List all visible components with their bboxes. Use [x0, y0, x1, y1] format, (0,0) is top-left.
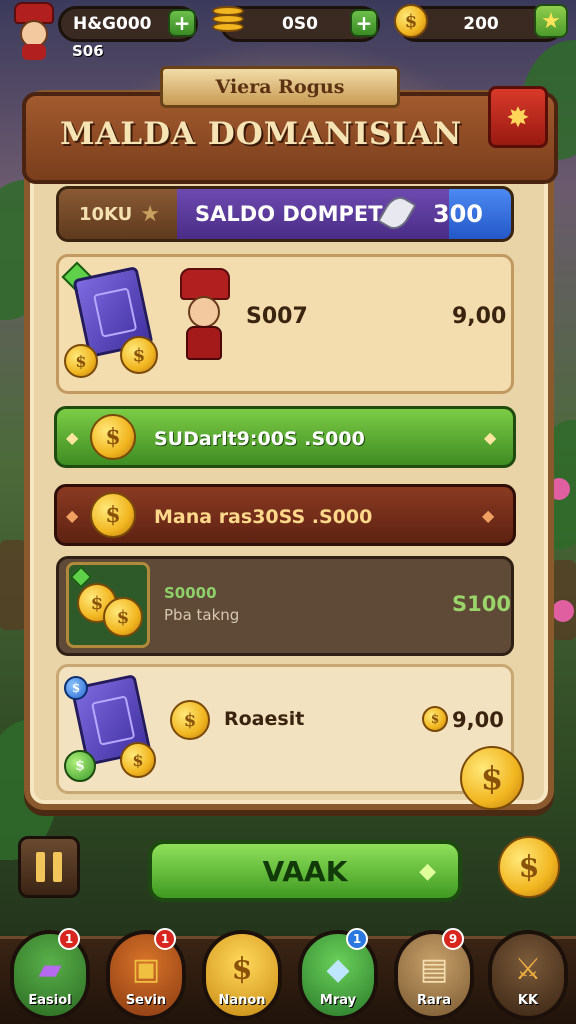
- add-currency-1-button[interactable]: +: [350, 9, 378, 37]
- currency-1-value: 0S0: [282, 14, 318, 34]
- panel-ribbon: Viera Rogus: [160, 66, 400, 108]
- item-subtitle: Pba takng: [164, 606, 240, 624]
- character-face: [188, 296, 220, 328]
- chest-icon: ▣: [131, 952, 161, 987]
- tab-label: Sevin: [125, 993, 167, 1008]
- currency-2-value: 200: [463, 14, 499, 34]
- tab-kk[interactable]: ⚔ KK: [488, 930, 568, 1020]
- sparkle-icon: ✸: [506, 100, 530, 134]
- diamond-icon: ◆: [66, 428, 79, 447]
- add-player-value-button[interactable]: +: [168, 9, 196, 37]
- gold-coin-icon: $: [120, 336, 158, 374]
- ribbon-text: Viera Rogus: [215, 76, 345, 98]
- coin-stack-icon: [210, 2, 246, 38]
- gold-coin-icon: $: [90, 414, 136, 460]
- avatar-body: [22, 44, 46, 60]
- flower: [552, 600, 574, 622]
- tab-label: KK: [517, 993, 539, 1008]
- item-price: S100: [452, 592, 511, 616]
- notification-badge: 1: [58, 928, 80, 950]
- diamond-icon: ◆: [66, 506, 79, 525]
- item-title: S0000: [164, 584, 217, 602]
- character-icon: [172, 268, 236, 362]
- tab-label: Easiol: [28, 993, 72, 1008]
- star-button[interactable]: ★: [534, 4, 568, 38]
- wallet-amount: 300: [432, 200, 483, 228]
- panel-title: MALDA DOMANISIAN: [60, 116, 463, 152]
- star-icon: ★: [541, 8, 561, 34]
- coin-pile-icon: $ $: [66, 562, 150, 648]
- tab-label: Rara: [417, 993, 451, 1008]
- blue-coin-icon: $: [64, 676, 88, 700]
- diamond-icon: ◆: [484, 428, 497, 447]
- wallet-left-label: 10KU: [79, 203, 133, 225]
- item-value: S007: [246, 304, 308, 329]
- main-action-button[interactable]: VAAK ◆: [148, 840, 462, 902]
- green-coin-icon: $: [64, 750, 96, 782]
- wallet-bar: 10KU ★ SALDO DOMPET 300: [56, 186, 514, 242]
- player-avatar[interactable]: [8, 2, 60, 62]
- main-action-label: VAAK: [262, 854, 348, 888]
- notification-badge: 1: [154, 928, 176, 950]
- tab-rara[interactable]: ▤ 9 Rara: [394, 928, 474, 1020]
- tab-label: Mray: [319, 993, 357, 1008]
- close-badge-button[interactable]: ✸: [488, 86, 548, 148]
- crystal-icon: ◆: [326, 952, 350, 987]
- wallet-left-segment: 10KU ★: [59, 189, 177, 239]
- coin-icon: $: [231, 952, 253, 987]
- big-gold-coin-icon: $: [460, 746, 524, 810]
- sparkle-icon: ◆: [419, 858, 436, 884]
- tab-easiol[interactable]: ▰ 1 Easiol: [10, 928, 90, 1020]
- wallet-amount-segment: 300: [433, 189, 511, 239]
- hammer-icon: ▰: [38, 952, 62, 987]
- pause-button[interactable]: [18, 836, 80, 898]
- item-price: 9,00: [452, 304, 507, 329]
- gold-coin-icon: $: [90, 492, 136, 538]
- item-title: Roaesit: [224, 708, 305, 730]
- gold-coin-icon: $: [103, 597, 143, 637]
- top-hud: H&G000 + S06 0S0 + 200 $ ★: [0, 0, 576, 64]
- item-price: 9,00: [452, 708, 504, 732]
- tab-nanon[interactable]: $ Nanon: [202, 930, 282, 1020]
- gold-coin-icon: $: [422, 706, 448, 732]
- notification-badge: 9: [442, 928, 464, 950]
- tab-label: Nanon: [218, 993, 266, 1008]
- coin-shop-button[interactable]: $: [498, 836, 560, 898]
- player-value: H&G000: [73, 14, 152, 34]
- gold-coin-icon: $: [170, 700, 210, 740]
- plus-icon: +: [355, 11, 373, 35]
- gold-coin-icon: $: [64, 344, 98, 378]
- plus-icon: +: [173, 11, 191, 35]
- offer-text: SUDarlt9:00S .S000: [154, 428, 365, 450]
- star-icon: ★: [140, 201, 161, 227]
- diamond-icon: ◆: [482, 506, 495, 525]
- player-sub-value: S06: [72, 42, 104, 60]
- tab-mray[interactable]: ◆ 1 Mray: [298, 928, 378, 1020]
- sword-icon: ⚔: [514, 952, 542, 987]
- pause-bar: [53, 852, 62, 882]
- gold-coin-icon: $: [120, 742, 156, 778]
- village-hut: [0, 540, 26, 630]
- character-body: [186, 326, 222, 360]
- scroll-icon: ▤: [419, 952, 449, 987]
- notification-badge: 1: [346, 928, 368, 950]
- offer-text: Mana ras30SS .S000: [154, 506, 373, 528]
- pause-bar: [36, 852, 45, 882]
- wallet-label: SALDO DOMPET: [195, 202, 383, 226]
- tab-sevin[interactable]: ▣ 1 Sevin: [106, 928, 186, 1020]
- gold-coin-icon: $: [394, 4, 428, 38]
